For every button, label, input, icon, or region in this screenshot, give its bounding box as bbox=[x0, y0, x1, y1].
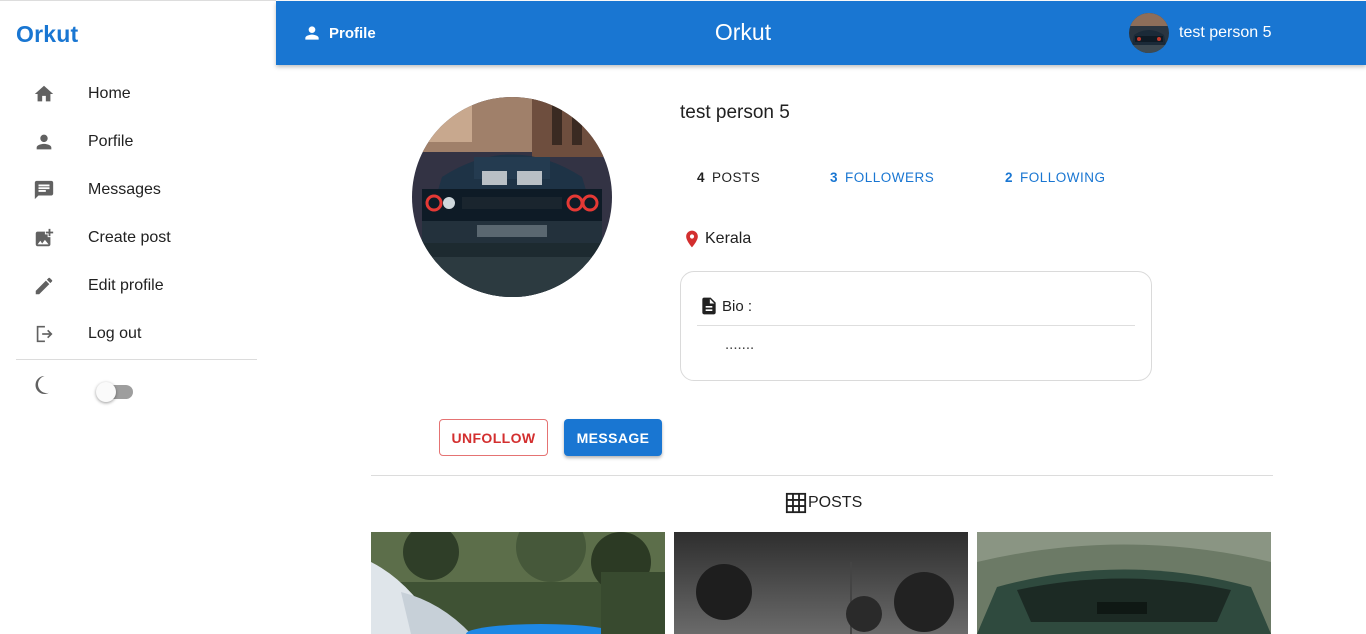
posts-section-label: POSTS bbox=[808, 494, 863, 511]
sidebar-item-create-post[interactable]: Create post bbox=[0, 214, 276, 262]
posts-count: 4 bbox=[697, 170, 706, 185]
posts-stat-label: POSTS bbox=[712, 170, 761, 185]
grid-icon bbox=[785, 492, 807, 514]
posts-count-stat: 4 POSTS bbox=[697, 170, 760, 185]
switch-thumb[interactable] bbox=[96, 381, 116, 402]
sidebar-item-label: Messages bbox=[88, 181, 161, 198]
posts-section-header: POSTS bbox=[785, 492, 862, 514]
home-icon bbox=[32, 82, 56, 106]
location-text: Kerala bbox=[705, 230, 752, 247]
sidebar-item-label: Log out bbox=[88, 325, 142, 342]
following-count: 2 bbox=[1005, 170, 1014, 185]
bio-header: Bio : bbox=[699, 296, 752, 316]
appbar-username: test person 5 bbox=[1179, 24, 1272, 41]
document-icon bbox=[702, 297, 716, 315]
add-photo-icon bbox=[32, 226, 56, 250]
brand-logo[interactable]: Orkut bbox=[16, 21, 78, 48]
location: Kerala bbox=[682, 229, 751, 249]
app-bar: Profile Orkut test person 5 bbox=[276, 1, 1366, 65]
followers-count: 3 bbox=[830, 170, 839, 185]
sidebar: Orkut Home Porfile Messages Create post … bbox=[0, 0, 276, 634]
profile-name: test person 5 bbox=[680, 102, 790, 123]
location-pin-icon bbox=[686, 230, 698, 248]
followers-stat-label: FOLLOWERS bbox=[845, 170, 935, 185]
appbar-title: Orkut bbox=[714, 19, 772, 45]
sidebar-nav: Home Porfile Messages Create post Edit p… bbox=[0, 70, 276, 358]
unfollow-button[interactable]: UNFOLLOW bbox=[439, 419, 548, 456]
sidebar-item-home[interactable]: Home bbox=[0, 70, 276, 118]
sidebar-item-label: Edit profile bbox=[88, 277, 164, 294]
bio-card: Bio : ....... bbox=[680, 271, 1152, 381]
sidebar-item-profile[interactable]: Porfile bbox=[0, 118, 276, 166]
post-thumbnail[interactable] bbox=[674, 532, 968, 634]
sidebar-item-label: Create post bbox=[88, 229, 171, 246]
theme-toggle-row bbox=[32, 373, 134, 402]
profile-photo bbox=[412, 97, 612, 297]
bio-divider bbox=[697, 325, 1135, 326]
post-thumbnail[interactable] bbox=[977, 532, 1271, 634]
following-stat-label: FOLLOWING bbox=[1020, 170, 1106, 185]
dark-mode-switch[interactable] bbox=[96, 378, 134, 402]
sidebar-divider bbox=[16, 359, 257, 360]
person-icon bbox=[32, 130, 56, 154]
appbar-user[interactable]: test person 5 bbox=[1129, 13, 1272, 53]
sidebar-item-messages[interactable]: Messages bbox=[0, 166, 276, 214]
following-stat-button[interactable]: 2 FOLLOWING bbox=[1005, 170, 1106, 185]
posts-section-divider bbox=[371, 475, 1273, 476]
sidebar-item-label: Porfile bbox=[88, 133, 134, 150]
sidebar-item-edit-profile[interactable]: Edit profile bbox=[0, 262, 276, 310]
sidebar-item-label: Home bbox=[88, 85, 131, 102]
message-button[interactable]: MESSAGE bbox=[564, 419, 662, 456]
bio-text: ....... bbox=[725, 336, 755, 353]
avatar[interactable] bbox=[1129, 13, 1169, 53]
moon-icon bbox=[32, 373, 56, 402]
logout-icon bbox=[32, 322, 56, 346]
followers-stat-button[interactable]: 3 FOLLOWERS bbox=[830, 170, 934, 185]
post-thumbnail[interactable] bbox=[371, 532, 665, 634]
bio-label: Bio : bbox=[722, 297, 753, 315]
sidebar-item-logout[interactable]: Log out bbox=[0, 310, 276, 358]
message-icon bbox=[32, 178, 56, 202]
edit-icon bbox=[32, 274, 56, 298]
